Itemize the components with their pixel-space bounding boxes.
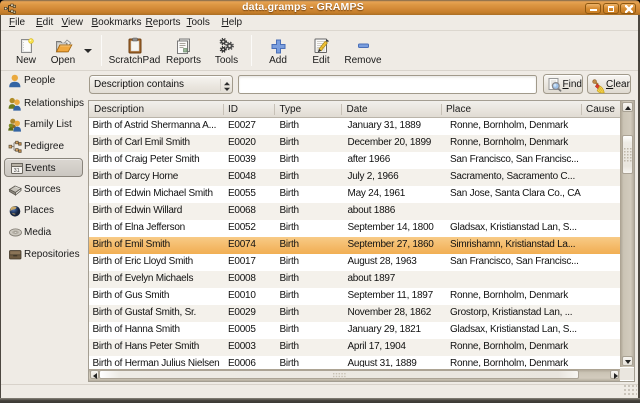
- svg-text:31: 31: [14, 167, 20, 173]
